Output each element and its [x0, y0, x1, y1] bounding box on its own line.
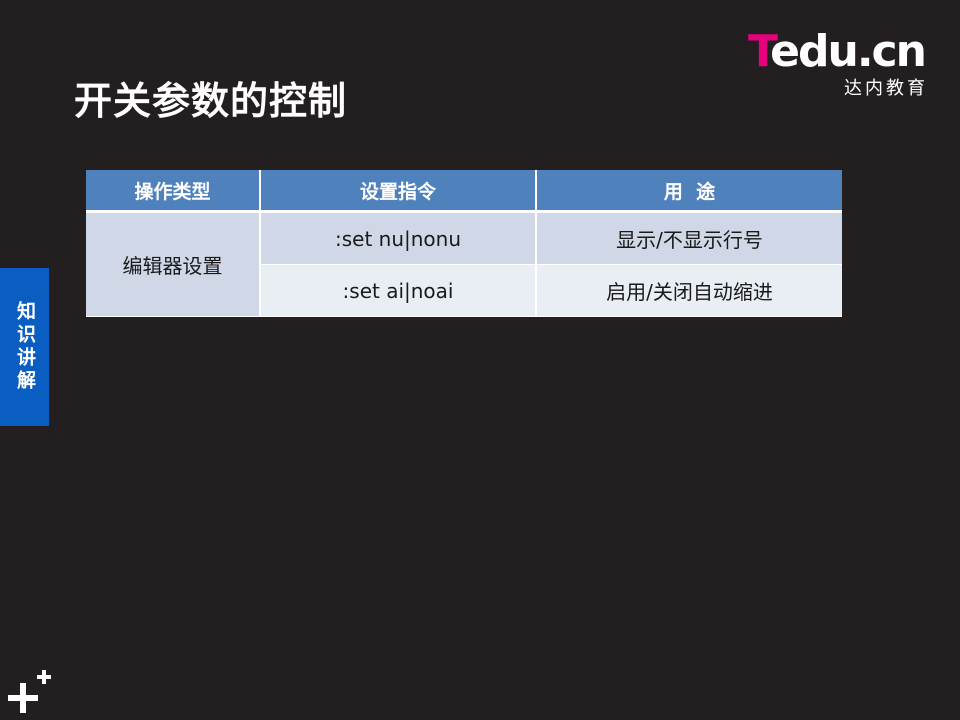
command-cell: :set ai|noai [260, 264, 537, 317]
side-tab-knowledge: 知识讲解 [0, 268, 49, 426]
group-cell: 编辑器设置 [86, 211, 261, 317]
slide-title: 开关参数的控制 [74, 79, 348, 123]
parameter-table: 操作类型 设置指令 用 途 编辑器设置 :set nu|nonu 显示/不显示行… [86, 170, 842, 317]
header-operation-type: 操作类型 [86, 170, 261, 213]
tedu-logo: Tedu.cn 达内教育 [748, 28, 938, 100]
header-command: 设置指令 [260, 170, 537, 213]
logo-domain: edu.cn [770, 26, 927, 77]
table-row: 编辑器设置 :set nu|nonu 显示/不显示行号 [86, 211, 842, 317]
header-purpose: 用 途 [536, 170, 842, 213]
logo-letter-t: T [748, 26, 772, 77]
command-cell: :set nu|nonu [260, 211, 537, 265]
purpose-cell: 显示/不显示行号 [536, 211, 842, 265]
table-header-row: 操作类型 设置指令 用 途 [86, 170, 842, 213]
purpose-cell: 启用/关闭自动缩进 [536, 264, 842, 317]
plus-icon [8, 670, 51, 713]
logo-subtitle: 达内教育 [844, 78, 928, 99]
logo-wordmark: Tedu.cn [748, 26, 927, 77]
side-tab-label: 知识讲解 [14, 301, 36, 393]
